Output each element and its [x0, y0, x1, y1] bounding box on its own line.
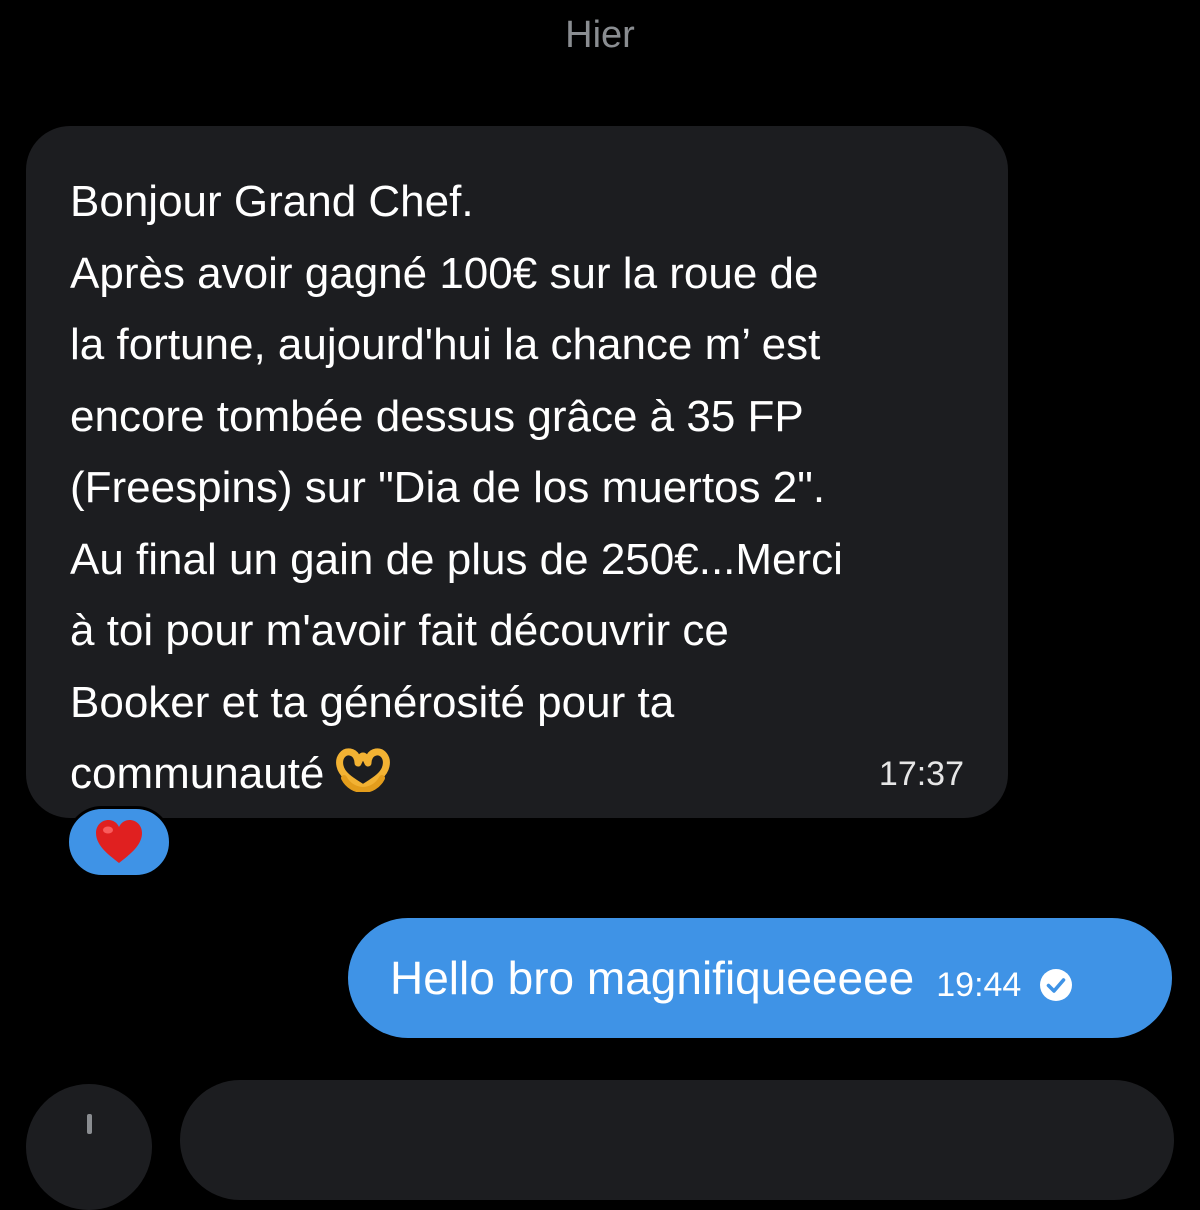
incoming-message-text: Bonjour Grand Chef. Après avoir gagné 10…	[70, 166, 970, 814]
add-attachment-button[interactable]	[26, 1084, 152, 1210]
incoming-message-bubble[interactable]: Bonjour Grand Chef. Après avoir gagné 10…	[26, 126, 1008, 818]
outgoing-message-text: Hello bro magnifiqueeeee	[390, 952, 915, 1004]
outgoing-message-time: 19:44	[936, 965, 1022, 1004]
heart-hands-emoji	[334, 742, 392, 814]
message-line: la fortune, aujourd'hui la chance m’ est	[70, 320, 821, 369]
message-line: à toi pour m'avoir fait découvrir ce	[70, 606, 729, 655]
read-check-icon	[1039, 968, 1073, 1002]
message-input[interactable]	[180, 1080, 1174, 1200]
reaction-badge[interactable]	[66, 806, 172, 878]
message-line: Au final un gain de plus de 250€...Merci	[70, 534, 843, 584]
message-line: communauté	[70, 749, 325, 798]
message-line: (Freespins) sur "Dia de los muertos 2".	[70, 463, 826, 512]
red-heart-emoji	[96, 820, 142, 863]
message-line: Bonjour Grand Chef.	[70, 177, 474, 226]
plus-icon	[87, 1114, 92, 1134]
day-separator: Hier	[565, 14, 635, 56]
incoming-message-time: 17:37	[878, 755, 964, 793]
message-line: encore tombée dessus grâce à 35 FP	[70, 391, 804, 441]
message-line: Booker et ta générosité pour ta	[70, 677, 675, 727]
message-line: Après avoir gagné 100€ sur la roue de	[70, 248, 819, 298]
outgoing-message-bubble[interactable]: Hello bro magnifiqueeeee 19:44	[348, 918, 1172, 1038]
